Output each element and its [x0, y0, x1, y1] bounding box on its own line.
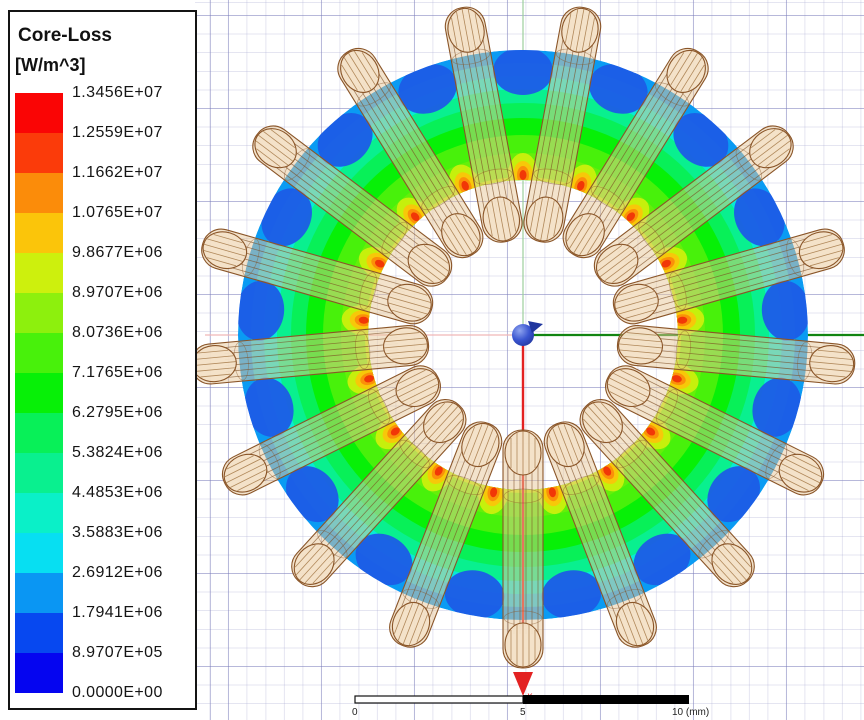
- legend-panel[interactable]: Core-Loss [W/m^3] 1.3456E+07 1.2559E+07 1.…: [8, 10, 197, 710]
- legend-title: Core-Loss: [18, 25, 112, 47]
- legend-color-band: [15, 413, 63, 453]
- legend-value: 9.8677E+06: [72, 245, 163, 261]
- legend-color-band: [15, 453, 63, 493]
- legend-color-band: [15, 533, 63, 573]
- legend-value: 4.4853E+06: [72, 485, 163, 501]
- legend-color-band: [15, 653, 63, 693]
- legend-value: 5.3824E+06: [72, 445, 163, 461]
- legend-color-band: [15, 573, 63, 613]
- legend-color-band: [15, 293, 63, 333]
- scale-ruler: 0 5 10 (mm): [352, 695, 709, 718]
- legend-value: 1.7941E+06: [72, 605, 163, 621]
- legend-value: 6.2795E+06: [72, 405, 163, 421]
- legend-value: 1.2559E+07: [72, 125, 163, 141]
- winding-coil: [503, 430, 543, 668]
- legend-value: 8.9707E+05: [72, 645, 163, 661]
- legend-color-band: [15, 253, 63, 293]
- legend-color-band: [15, 93, 63, 133]
- legend-color-band: [15, 133, 63, 173]
- legend-color-band: [15, 493, 63, 533]
- legend-color-band: [15, 213, 63, 253]
- legend-value: 8.0736E+06: [72, 325, 163, 341]
- legend-color-band: [15, 373, 63, 413]
- ruler-tick-0: 0: [352, 707, 358, 718]
- legend-value: 1.0765E+07: [72, 205, 163, 221]
- legend-value: 0.0000E+00: [72, 685, 163, 701]
- ruler-tick-10mm: 10 (mm): [672, 707, 709, 718]
- legend-value: 1.3456E+07: [72, 85, 163, 101]
- design-viewport[interactable]: x 0 5 10 (mm) Core-Loss [W/m^3] 1.3456E+…: [0, 0, 864, 720]
- legend-value: 8.9707E+06: [72, 285, 163, 301]
- legend-value: 7.1765E+06: [72, 365, 163, 381]
- legend-value: 1.1662E+07: [72, 165, 163, 181]
- legend-color-band: [15, 613, 63, 653]
- legend-value: 2.6912E+06: [72, 565, 163, 581]
- ruler-tick-5: 5: [520, 707, 526, 718]
- legend-color-band: [15, 333, 63, 373]
- legend-units: [W/m^3]: [15, 55, 86, 76]
- legend-value: 3.5883E+06: [72, 525, 163, 541]
- legend-colorbar: [15, 93, 63, 693]
- origin-marker: [512, 321, 543, 346]
- legend-color-band: [15, 173, 63, 213]
